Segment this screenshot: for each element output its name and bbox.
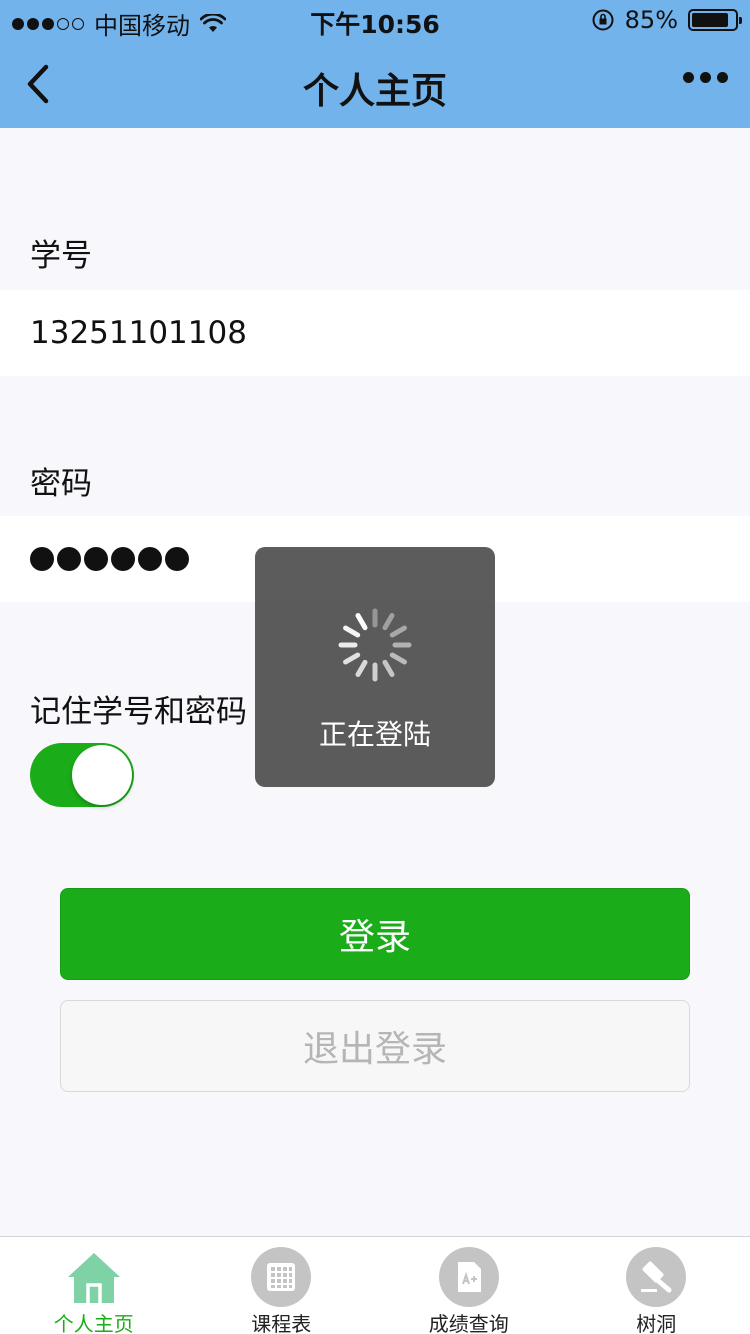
password-label: 密码 — [30, 466, 92, 502]
spinner-spoke — [382, 659, 395, 677]
battery-fill — [692, 13, 728, 27]
tab-home[interactable]: 个人主页 — [0, 1237, 188, 1334]
toast-text: 正在登陆 — [318, 718, 431, 751]
tab-treehole[interactable]: 树洞 — [563, 1237, 750, 1334]
tab-label: 成绩查询 — [428, 1312, 509, 1334]
tab-label: 个人主页 — [53, 1312, 134, 1334]
remember-toggle[interactable] — [30, 743, 134, 807]
spinner-spoke — [355, 613, 368, 631]
logout-button[interactable]: 退出登录 — [60, 1000, 690, 1092]
loading-spinner-icon — [338, 608, 412, 682]
nav-bar: 个人主页 — [0, 40, 750, 128]
home-icon — [67, 1253, 120, 1303]
status-bar: 中国移动 下午10:56 85% — [0, 0, 750, 40]
tab-schedule[interactable]: 课程表 — [188, 1237, 376, 1334]
grade-document-icon — [438, 1247, 499, 1307]
spinner-spoke — [389, 652, 407, 665]
spinner-spoke — [382, 613, 395, 631]
password-mask-dot — [138, 547, 162, 571]
status-right: 85% — [591, 6, 742, 34]
grid-calendar-icon — [251, 1247, 312, 1307]
tab-bar: 个人主页 课程表 成绩查询 树洞 — [0, 1236, 750, 1334]
top-bar: 中国移动 下午10:56 85% 个人主页 — [0, 0, 750, 128]
password-mask-dot — [111, 547, 135, 571]
spinner-spoke — [355, 659, 368, 677]
page-title: 个人主页 — [302, 71, 447, 112]
spinner-spoke — [389, 625, 407, 638]
password-mask-dot — [30, 547, 54, 571]
password-mask-dot — [165, 547, 189, 571]
student-id-label: 学号 — [30, 238, 92, 274]
password-mask-dot — [84, 547, 108, 571]
password-mask-dot — [57, 547, 81, 571]
battery-percent: 85% — [624, 6, 678, 34]
student-id-value: 13251101108 — [30, 315, 247, 351]
toggle-knob — [72, 745, 132, 805]
login-button[interactable]: 登录 — [60, 888, 690, 980]
password-mask — [30, 547, 189, 571]
tab-grades[interactable]: 成绩查询 — [375, 1237, 563, 1334]
loading-toast: 正在登陆 — [255, 547, 495, 787]
student-id-field[interactable]: 13251101108 — [0, 290, 750, 376]
remember-label: 记住学号和密码 — [30, 694, 247, 730]
page: 中国移动 下午10:56 85% 个人主页 学号 13251101108 密码 … — [0, 0, 750, 1334]
tab-label: 树洞 — [636, 1312, 677, 1334]
spinner-spoke — [343, 652, 361, 665]
orientation-lock-icon — [592, 9, 614, 31]
tab-label: 课程表 — [251, 1312, 312, 1334]
gavel-icon — [626, 1247, 687, 1307]
battery-icon — [688, 9, 742, 31]
spinner-spoke — [343, 625, 361, 638]
more-dots-icon[interactable] — [683, 72, 728, 83]
